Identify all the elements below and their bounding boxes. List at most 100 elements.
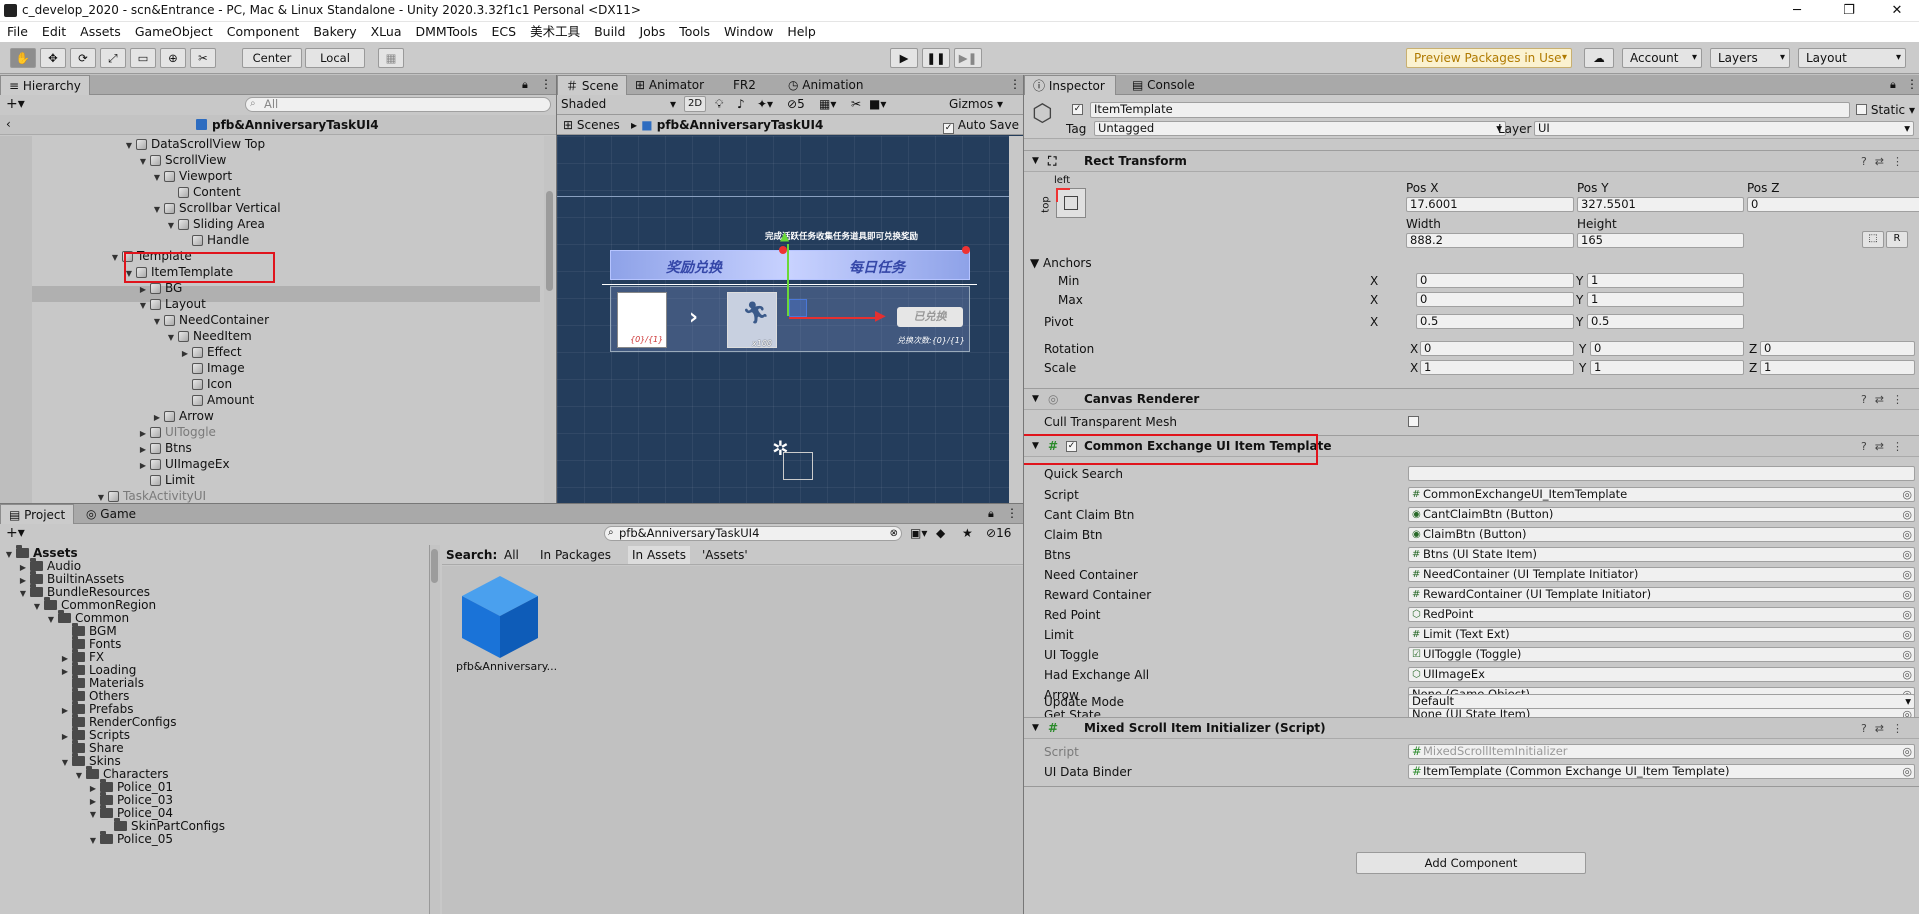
filter-in-assets[interactable]: In Assets: [628, 546, 691, 564]
auto-save-toggle[interactable]: ✓ Auto Save: [943, 118, 1019, 134]
scenes-breadcrumb[interactable]: ⊞ Scenes: [563, 118, 620, 132]
tab-game[interactable]: ◎ Game: [78, 504, 144, 524]
play-button[interactable]: ▶: [890, 48, 918, 68]
hierarchy-row[interactable]: ▼ TaskActivityUI: [96, 488, 206, 503]
toggle-2d-button[interactable]: 2D: [684, 96, 706, 112]
anchor-min-x-field[interactable]: 0: [1416, 273, 1574, 288]
gizmos-dropdown[interactable]: Gizmos ▾: [949, 97, 1003, 111]
rect-transform-header[interactable]: ▼ ⛶ Rect Transform ?⇄⋮: [1024, 150, 1919, 172]
hierarchy-row[interactable]: Content: [166, 184, 241, 200]
foldout-expanded-icon[interactable]: ▼: [152, 314, 162, 330]
favorite-icon[interactable]: ★: [962, 526, 973, 540]
project-tree-item[interactable]: ▼ Police_05: [88, 831, 173, 847]
width-field[interactable]: 888.2: [1406, 233, 1574, 248]
exchange-field-value[interactable]: ☑ UIToggle (Toggle): [1408, 647, 1915, 662]
anchor-preset-widget[interactable]: left top: [1041, 175, 1086, 221]
rect-tool-icon[interactable]: ▭: [130, 48, 156, 68]
menu-edit[interactable]: Edit: [35, 22, 73, 42]
hierarchy-row[interactable]: ▶ UIToggle: [138, 424, 216, 440]
hierarchy-row[interactable]: Icon: [180, 376, 232, 392]
posy-field[interactable]: 327.5501: [1577, 197, 1744, 212]
add-component-button[interactable]: Add Component: [1356, 852, 1586, 874]
hierarchy-row[interactable]: ▼ DataScrollView Top: [124, 136, 265, 152]
update-mode-dropdown[interactable]: Default ▾: [1408, 694, 1915, 709]
raw-edit-button[interactable]: R: [1886, 231, 1908, 248]
scene-viewport[interactable]: 完成活跃任务收集任务道具即可兑换奖励 奖励兑换 每日任务 {0}/{1} › 🏃…: [557, 136, 1009, 503]
foldout-expanded-icon[interactable]: ▼: [166, 218, 176, 234]
component-header-icons[interactable]: ?⇄⋮: [1861, 436, 1911, 457]
handle-dot[interactable]: [962, 246, 970, 254]
hierarchy-row[interactable]: ▶ UIImageEx: [138, 456, 230, 472]
layer-dropdown[interactable]: UI ▾: [1534, 121, 1914, 136]
menu-bakery[interactable]: Bakery: [306, 22, 363, 42]
hierarchy-row[interactable]: Limit: [138, 472, 195, 488]
canvas-renderer-header[interactable]: ▼ ◎ Canvas Renderer ?⇄⋮: [1024, 388, 1919, 410]
menu-ecs[interactable]: ECS: [485, 22, 524, 42]
hierarchy-row[interactable]: ▼ NeedContainer: [152, 312, 269, 328]
foldout-expanded-icon[interactable]: ▼: [124, 138, 134, 154]
menu-window[interactable]: Window: [717, 22, 780, 42]
component-header-icons[interactable]: ?⇄⋮: [1861, 151, 1911, 172]
foldout-arrow-icon[interactable]: ▼: [1032, 389, 1039, 410]
foldout-expanded-icon[interactable]: ▼: [138, 298, 148, 314]
pivot-center-button[interactable]: Center: [242, 48, 302, 68]
foldout-expanded-icon[interactable]: ▼: [88, 834, 98, 847]
x-axis-handle[interactable]: [789, 317, 879, 319]
rotate-tool-icon[interactable]: ⟳: [70, 48, 96, 68]
foldout-expanded-icon[interactable]: ▼: [74, 769, 84, 782]
anchor-max-x-field[interactable]: 0: [1416, 292, 1574, 307]
menu-assets[interactable]: Assets: [73, 22, 128, 42]
tab-animator[interactable]: ⊞ Animator: [627, 75, 712, 95]
foldout-expanded-icon[interactable]: ▼: [46, 613, 56, 626]
hierarchy-row[interactable]: ▼ Sliding Area: [166, 216, 265, 232]
transform-tool-icon[interactable]: ⊕: [160, 48, 186, 68]
quick-search-input[interactable]: [1408, 466, 1915, 481]
back-arrow-icon[interactable]: ‹: [6, 117, 11, 131]
height-field[interactable]: 165: [1577, 233, 1744, 248]
lighting-icon[interactable]: 💡︎: [715, 97, 723, 112]
exchange-field-value[interactable]: ◉ CantClaimBtn (Button): [1408, 507, 1915, 522]
component-header-icons[interactable]: ?⇄⋮: [1861, 718, 1911, 739]
foldout-expanded-icon[interactable]: ▼: [166, 330, 176, 346]
menu-gameobject[interactable]: GameObject: [128, 22, 220, 42]
menu-file[interactable]: File: [0, 22, 35, 42]
menu-build[interactable]: Build: [587, 22, 632, 42]
filter-type-icon[interactable]: ▣▾: [910, 526, 927, 540]
active-checkbox[interactable]: ✓: [1072, 104, 1083, 115]
foldout-expanded-icon[interactable]: ▼: [152, 170, 162, 186]
exchange-field-value[interactable]: ⬡ RedPoint: [1408, 607, 1915, 622]
rotation-x-field[interactable]: 0: [1420, 341, 1574, 356]
anchor-min-y-field[interactable]: 1: [1587, 273, 1744, 288]
kebab-menu-icon[interactable]: ⋮: [1906, 77, 1918, 91]
grid-snap-icon[interactable]: ▦: [378, 48, 404, 68]
menu-component[interactable]: Component: [220, 22, 307, 42]
project-tree-scroll-thumb[interactable]: [431, 549, 438, 583]
rotation-y-field[interactable]: 0: [1590, 341, 1744, 356]
foldout-expanded-icon[interactable]: ▼: [32, 600, 42, 613]
minimize-button[interactable]: ─: [1774, 0, 1820, 22]
filter-assets-folder[interactable]: 'Assets': [702, 548, 748, 562]
shading-dropdown[interactable]: Shaded ▾: [561, 97, 676, 111]
account-dropdown[interactable]: Account: [1622, 48, 1702, 68]
scale-y-field[interactable]: 1: [1590, 360, 1744, 375]
exchange-field-value[interactable]: # RewardContainer (UI Template Initiator): [1408, 587, 1915, 602]
exchange-field-value[interactable]: # CommonExchangeUI_ItemTemplate: [1408, 487, 1915, 502]
camera-icon[interactable]: ■▾: [869, 97, 886, 111]
handle-dot[interactable]: [779, 246, 787, 254]
ui-data-binder-field[interactable]: # ItemTemplate (Common Exchange UI_Item T…: [1408, 764, 1915, 779]
menu-help[interactable]: Help: [780, 22, 823, 42]
hierarchy-row[interactable]: ▼ NeedItem: [166, 328, 252, 344]
foldout-arrow-icon[interactable]: ▼: [1032, 151, 1039, 172]
kebab-menu-icon[interactable]: ⋮: [1009, 77, 1021, 91]
exchange-field-value[interactable]: # Limit (Text Ext): [1408, 627, 1915, 642]
maximize-button[interactable]: ❐: [1826, 0, 1872, 22]
filter-label-icon[interactable]: ◆: [936, 526, 945, 540]
mixed-scroll-header[interactable]: ▼ # Mixed Scroll Item Initializer (Scrip…: [1024, 717, 1919, 739]
foldout-arrow-icon[interactable]: ▼: [1032, 718, 1039, 739]
posz-field[interactable]: 0: [1747, 197, 1919, 212]
anchor-max-y-field[interactable]: 1: [1587, 292, 1744, 307]
layout-dropdown[interactable]: Layout: [1798, 48, 1906, 68]
exchange-field-value[interactable]: # Btns (UI State Item): [1408, 547, 1915, 562]
step-button[interactable]: ▶❚: [954, 48, 982, 68]
component-header-icons[interactable]: ?⇄⋮: [1861, 389, 1911, 410]
